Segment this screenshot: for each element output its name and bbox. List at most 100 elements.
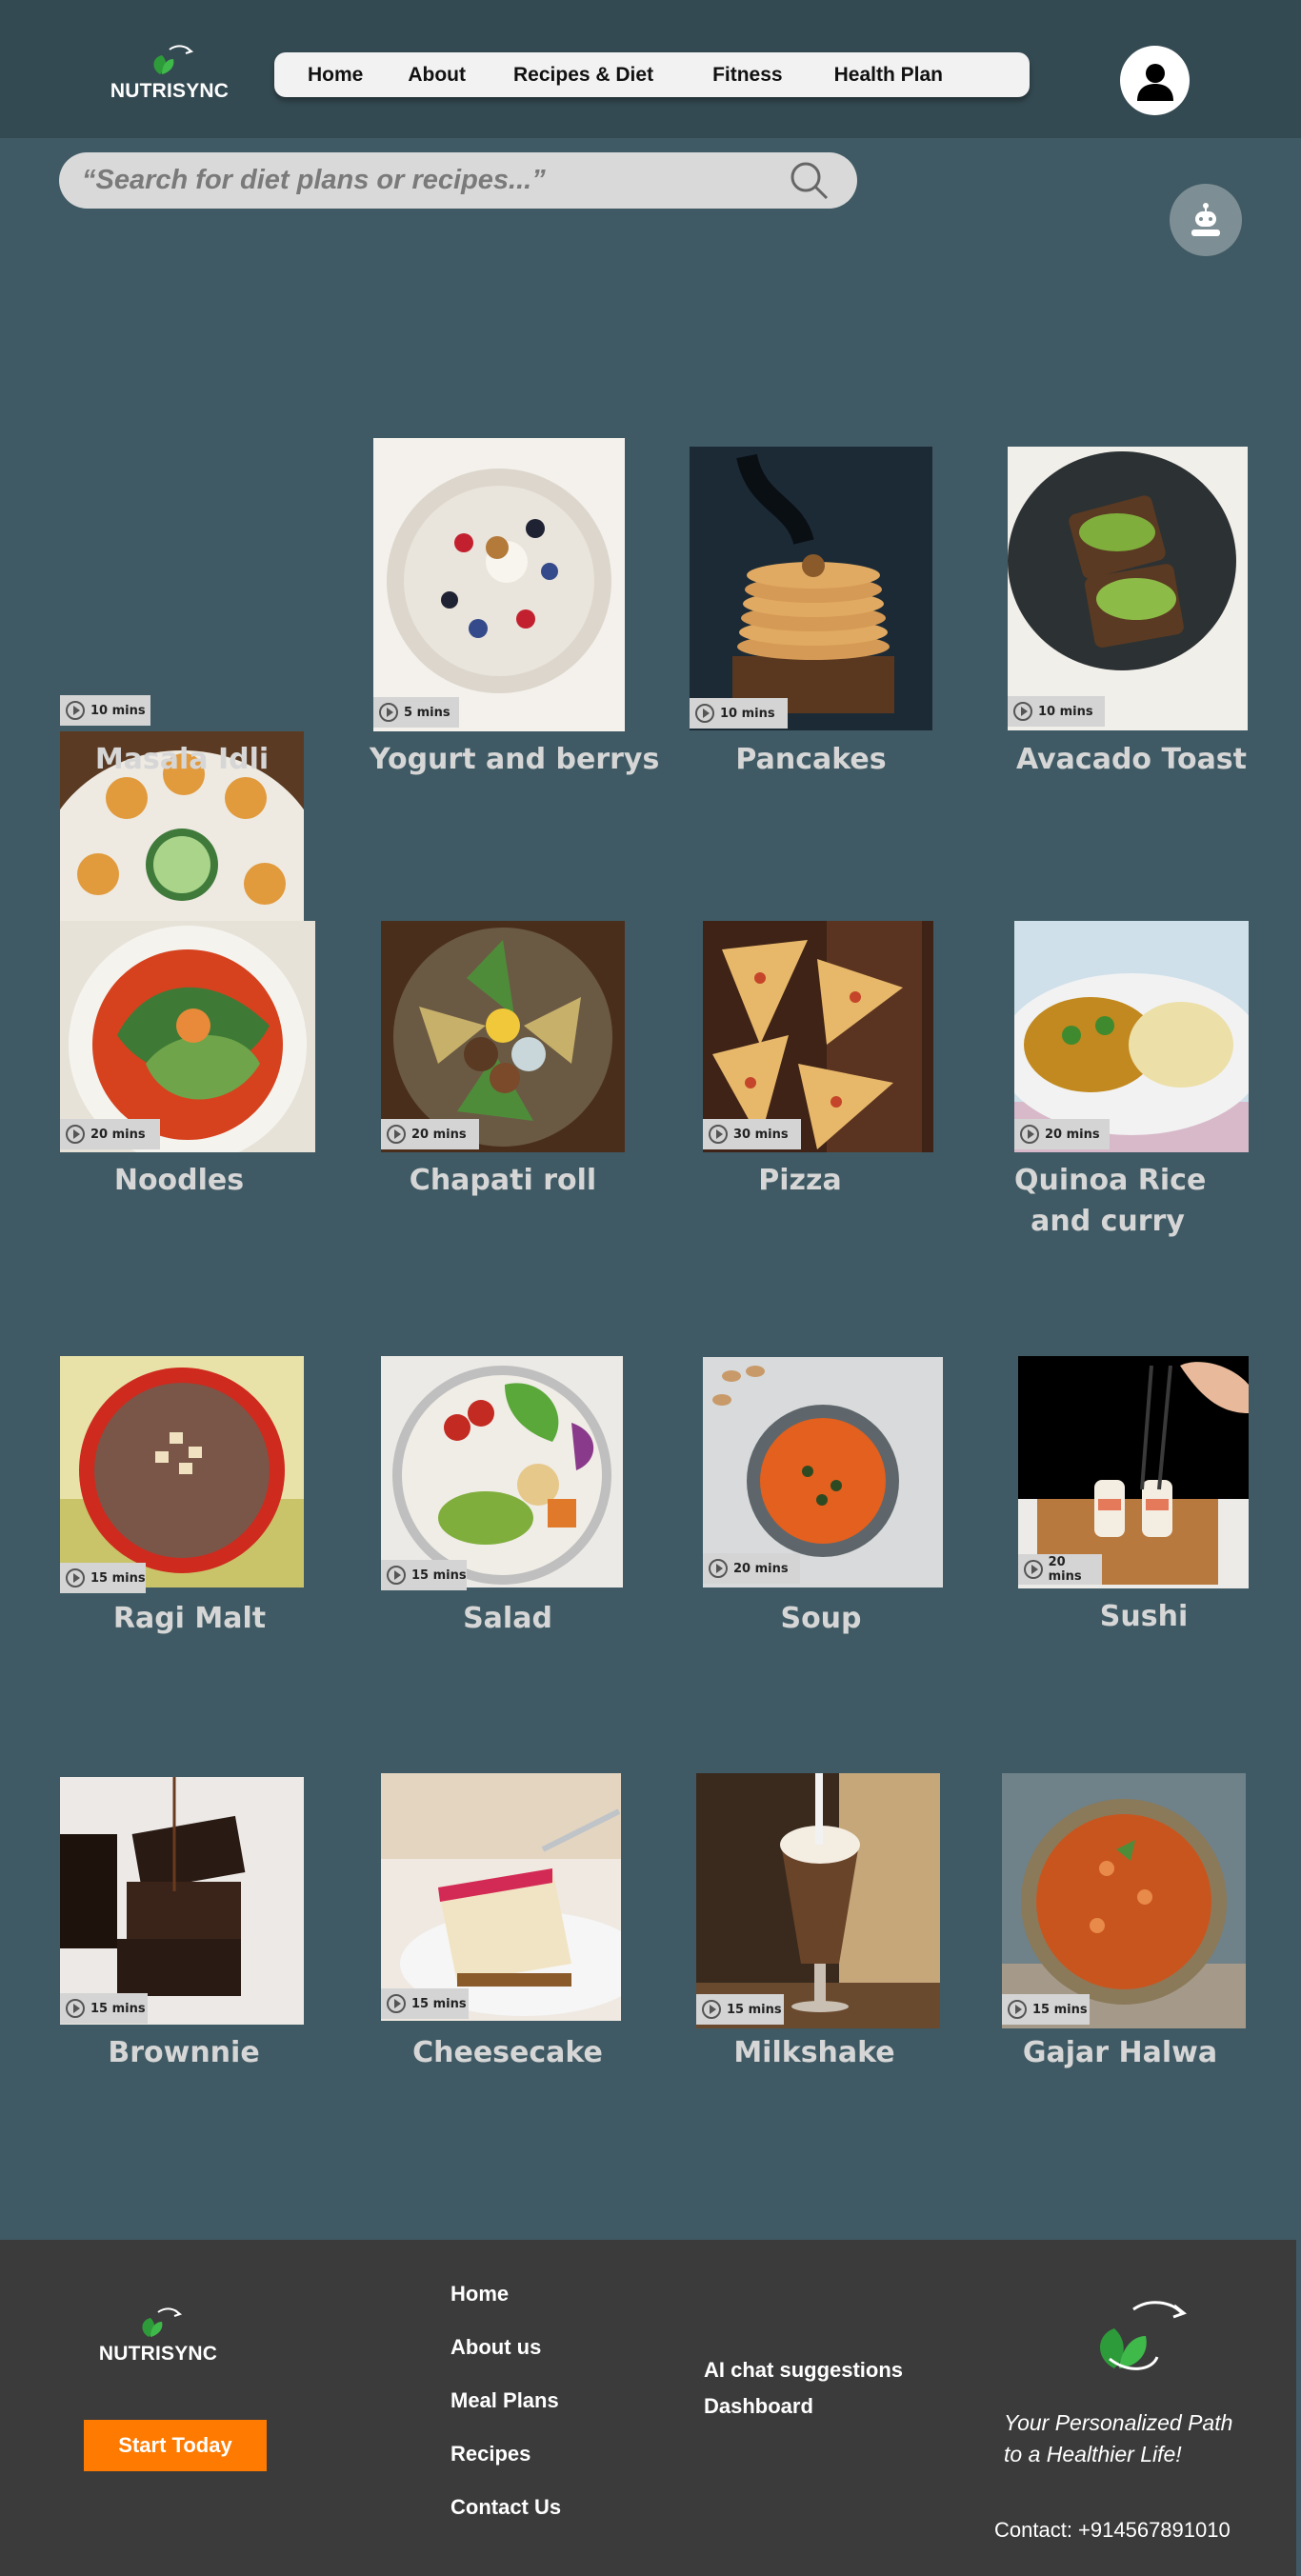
recipe-title: Noodles — [113, 1164, 245, 1197]
recipe-title: Sushi — [1099, 1600, 1189, 1633]
user-icon — [1136, 63, 1173, 101]
leaf-logo-icon — [141, 40, 198, 78]
recipe-image — [1008, 447, 1248, 730]
nav-home[interactable]: Home — [308, 64, 363, 87]
recipe-title: Brownnie — [108, 2036, 260, 2069]
play-icon — [66, 1568, 85, 1588]
recipe-title-line2: and curry — [1031, 1205, 1185, 1238]
recipe-image — [60, 921, 315, 1152]
recipe-title: Pancakes — [735, 743, 887, 776]
recipe-title: Ragi Malt — [112, 1602, 267, 1635]
recipe-card-noodles[interactable]: 20 mins Noodles — [60, 921, 317, 1207]
play-icon — [1013, 702, 1032, 721]
brand-logo[interactable]: NUTRISYNC — [103, 40, 236, 103]
footer-link-dashboard[interactable]: Dashboard — [704, 2394, 903, 2430]
start-today-button[interactable]: Start Today — [84, 2420, 267, 2471]
recipe-title: Masala Idli — [94, 743, 270, 776]
footer-link-about[interactable]: About us — [450, 2335, 561, 2388]
footer-tagline: Your Personalized Path to a Healthier Li… — [1004, 2410, 1233, 2466]
cook-time-badge: 15 mins — [381, 1560, 467, 1590]
recipe-image — [703, 921, 933, 1152]
play-icon — [66, 1999, 85, 2018]
recipe-card-avacado-toast[interactable]: 10 mins Avacado Toast — [1008, 447, 1255, 789]
recipe-image — [1002, 1773, 1246, 2028]
play-icon — [387, 1994, 406, 2013]
footer-links-secondary: AI chat suggestions Dashboard — [704, 2358, 903, 2430]
cook-time-badge: 5 mins — [373, 697, 459, 728]
recipe-card-masala-idli[interactable]: 10 mins Masala Idli — [60, 695, 304, 924]
leaf-logo-large-icon — [1100, 2301, 1188, 2370]
user-profile-button[interactable] — [1120, 46, 1190, 115]
nav-recipes-diet[interactable]: Recipes & Diet — [513, 64, 653, 87]
search-icon[interactable] — [789, 160, 831, 202]
search-input[interactable] — [82, 152, 787, 209]
recipe-image — [1014, 921, 1249, 1152]
footer-link-contact[interactable]: Contact Us — [450, 2495, 561, 2548]
cook-time-badge: 10 mins — [60, 695, 150, 726]
recipe-title: Gajar Halwa — [1022, 2036, 1218, 2069]
recipe-card-brownnie[interactable]: 15 mins Brownnie — [60, 1777, 304, 2069]
footer-link-recipes[interactable]: Recipes — [450, 2442, 561, 2495]
cook-time-badge: 10 mins — [690, 698, 788, 729]
cook-time-badge: 30 mins — [703, 1119, 801, 1149]
play-icon — [709, 1125, 728, 1144]
play-icon — [1020, 1125, 1039, 1144]
recipe-image — [381, 1773, 621, 2021]
cook-time-badge: 20 mins — [381, 1119, 479, 1149]
footer-brand-name: NUTRISYNC — [98, 2343, 218, 2365]
cook-time-badge: 20 mins — [703, 1553, 800, 1584]
play-icon — [702, 2000, 721, 2019]
cook-time-badge: 15 mins — [381, 1988, 469, 2019]
chatbot-button[interactable] — [1170, 184, 1242, 256]
recipe-title: Cheesecake — [412, 2036, 603, 2069]
main-nav: Home About Recipes & Diet Fitness Health… — [274, 52, 1030, 97]
recipe-title: Chapati roll — [409, 1164, 597, 1197]
recipe-image — [696, 1773, 940, 2028]
footer-link-meal-plans[interactable]: Meal Plans — [450, 2388, 561, 2442]
recipe-card-chapati-roll[interactable]: 20 mins Chapati roll — [381, 921, 625, 1207]
recipe-card-pizza[interactable]: 30 mins Pizza — [703, 921, 933, 1207]
recipe-image — [690, 447, 932, 730]
recipe-card-salad[interactable]: 15 mins Salad — [381, 1356, 623, 1642]
footer-link-home[interactable]: Home — [450, 2282, 561, 2335]
recipe-title: Pizza — [758, 1164, 842, 1197]
footer-brand-logo[interactable]: NUTRISYNC — [91, 2303, 225, 2366]
play-icon — [379, 703, 398, 722]
recipe-image — [60, 1356, 304, 1588]
cook-time-badge: 15 mins — [60, 1563, 146, 1593]
recipe-card-quinoa-rice-curry[interactable]: 20 mins Quinoa Rice and curry — [1014, 921, 1249, 1245]
recipe-card-soup[interactable]: 20 mins Soup — [703, 1357, 943, 1643]
nav-fitness[interactable]: Fitness — [712, 64, 783, 87]
nav-health-plan[interactable]: Health Plan — [834, 64, 943, 87]
recipe-title: Quinoa Rice — [1014, 1164, 1207, 1197]
nav-about[interactable]: About — [408, 64, 466, 87]
play-icon — [66, 1125, 85, 1144]
recipe-card-sushi[interactable]: 20 mins Sushi — [1018, 1356, 1249, 1642]
search-bar — [59, 152, 857, 209]
recipe-card-cheesecake[interactable]: 15 mins Cheesecake — [381, 1773, 634, 2069]
recipe-card-yogurt-berrys[interactable]: 5 mins Yogurt and berrys — [370, 438, 660, 790]
play-icon — [695, 704, 714, 723]
cook-time-badge: 15 mins — [696, 1994, 784, 2025]
site-header: NUTRISYNC Home About Recipes & Diet Fitn… — [0, 0, 1301, 138]
cook-time-badge: 15 mins — [1002, 1994, 1090, 2025]
recipe-card-ragi-malt[interactable]: 15 mins Ragi Malt — [60, 1356, 317, 1642]
play-icon — [387, 1566, 406, 1585]
cook-time-badge: 15 mins — [60, 1993, 148, 2024]
cook-time-badge: 20 mins — [60, 1119, 160, 1149]
site-footer: NUTRISYNC Start Today Home About us Meal… — [0, 2240, 1296, 2576]
recipe-image — [381, 921, 625, 1152]
play-icon — [1008, 2000, 1027, 2019]
recipe-image — [373, 438, 625, 731]
cook-time-badge: 20 mins — [1014, 1119, 1110, 1149]
recipe-title: Salad — [463, 1602, 552, 1635]
recipe-card-milkshake[interactable]: 15 mins Milkshake — [696, 1773, 940, 2069]
cook-time-badge: 10 mins — [1008, 696, 1105, 727]
recipe-card-pancakes[interactable]: 10 mins Pancakes — [690, 447, 932, 789]
recipe-image — [381, 1356, 623, 1588]
recipe-card-gajar-halwa[interactable]: 15 mins Gajar Halwa — [1002, 1773, 1246, 2069]
play-icon — [709, 1559, 728, 1578]
recipe-title: Yogurt and berrys — [370, 743, 660, 776]
recipe-image — [60, 1777, 304, 2025]
footer-link-ai-chat[interactable]: AI chat suggestions — [704, 2358, 903, 2394]
